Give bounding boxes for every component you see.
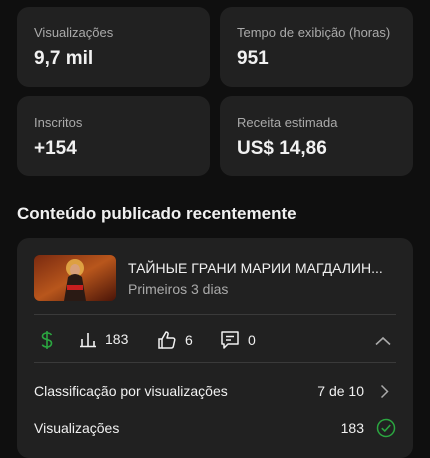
stat-card-revenue[interactable]: Receita estimada US$ 14,86 bbox=[220, 96, 413, 176]
stat-value: US$ 14,86 bbox=[237, 138, 327, 159]
comment-icon bbox=[220, 330, 240, 350]
row-value: 7 de 10 bbox=[317, 383, 364, 399]
chevron-right-icon[interactable] bbox=[380, 384, 389, 404]
recent-video-card[interactable]: ТАЙНЫЕ ГРАНИ МАРИИ МАГДАЛИН... Primeiros… bbox=[17, 238, 413, 458]
dollar-icon bbox=[39, 330, 55, 350]
stat-card-subscribers[interactable]: Inscritos +154 bbox=[17, 96, 210, 176]
bar-chart-icon bbox=[79, 330, 97, 348]
divider bbox=[34, 362, 396, 363]
row-label: Visualizações bbox=[34, 420, 120, 436]
video-thumbnail[interactable] bbox=[34, 255, 116, 301]
stat-card-watch-time[interactable]: Tempo de exibição (horas) 951 bbox=[220, 7, 413, 87]
comments-count: 0 bbox=[248, 332, 256, 348]
revenue-metric bbox=[39, 330, 55, 350]
video-subtitle: Primeiros 3 dias bbox=[128, 281, 229, 297]
chevron-up-icon[interactable] bbox=[375, 333, 391, 351]
stat-card-views[interactable]: Visualizações 9,7 mil bbox=[17, 7, 210, 87]
divider bbox=[34, 314, 396, 315]
section-title: Conteúdo publicado recentemente bbox=[17, 204, 297, 223]
stat-label: Tempo de exibição (horas) bbox=[237, 25, 391, 40]
row-label: Classificação por visualizações bbox=[34, 383, 228, 399]
stat-label: Inscritos bbox=[34, 115, 83, 130]
thumbs-up-icon bbox=[157, 330, 177, 350]
views-metric: 183 bbox=[79, 330, 128, 348]
row-value: 183 bbox=[340, 420, 364, 436]
likes-metric: 6 bbox=[157, 330, 193, 350]
likes-count: 6 bbox=[185, 332, 193, 348]
views-count: 183 bbox=[105, 331, 129, 347]
check-circle-icon bbox=[376, 418, 396, 443]
stat-label: Visualizações bbox=[34, 25, 114, 40]
video-title[interactable]: ТАЙНЫЕ ГРАНИ МАРИИ МАГДАЛИН... bbox=[128, 260, 398, 276]
stat-value: 951 bbox=[237, 48, 269, 69]
comments-metric: 0 bbox=[220, 330, 256, 350]
stat-label: Receita estimada bbox=[237, 115, 338, 130]
stat-value: 9,7 mil bbox=[34, 48, 94, 69]
stat-value: +154 bbox=[34, 138, 77, 159]
